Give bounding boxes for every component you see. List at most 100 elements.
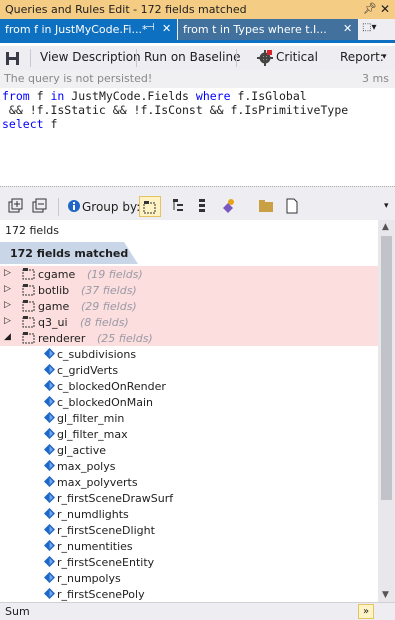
group-row[interactable]: ▷ botlib (37 fields) [0,282,378,298]
field-row[interactable]: c_subdivisions [0,346,378,362]
pane-splitter[interactable] [0,186,395,194]
expand-arrow-icon[interactable]: ▷ [4,284,11,294]
field-icon [44,556,55,567]
toolbar-separator [30,49,31,67]
group-row[interactable]: ▷ game (29 fields) [0,298,378,314]
field-row[interactable]: r_firstScenePoly [0,586,378,602]
info-icon[interactable] [66,198,82,214]
tab-label: from f in JustMyCode.Fi...* [5,23,148,36]
field-row[interactable]: r_numpolys [0,570,378,586]
scrollbar-thumb[interactable] [381,236,392,500]
field-row[interactable]: r_numdlights [0,506,378,522]
result-count: 172 fields [5,224,59,237]
result-count-row: 172 fields [0,220,378,240]
field-icon [44,572,55,583]
scroll-down-icon[interactable]: ▼ [382,590,389,600]
field-row[interactable]: gl_active [0,442,378,458]
field-row[interactable]: r_firstSceneDrawSurf [0,490,378,506]
group-by-namespace-button[interactable] [139,196,161,217]
critical-button[interactable]: Critical [276,50,318,64]
file-icon[interactable] [284,198,300,214]
query-duration: 3 ms [362,72,389,85]
report-dropdown[interactable]: Report: [340,50,384,64]
namespace-group-icon [143,201,156,214]
group-row[interactable]: ▷ cgame (19 fields) [0,266,378,282]
scroll-up-icon[interactable]: ▲ [382,222,389,232]
group-count: (8 fields) [80,316,129,329]
close-icon[interactable]: ✕ [380,2,390,16]
keyword: where [195,89,231,103]
field-name: r_numdlights [57,508,129,521]
folder-icon[interactable] [258,198,274,214]
field-row[interactable]: c_blockedOnRender [0,378,378,394]
field-icon [44,428,55,439]
expand-arrow-icon[interactable]: ▷ [4,316,11,326]
field-name: gl_filter_min [57,412,125,425]
save-icon[interactable] [5,51,21,66]
field-row[interactable]: c_blockedOnMain [0,394,378,410]
tab-close-icon[interactable]: ✕ [162,22,171,35]
field-row[interactable]: r_firstSceneDlight [0,522,378,538]
namespace-icon [22,300,35,312]
group-name: renderer [38,332,86,345]
field-icon [44,364,55,375]
field-icon [44,396,55,407]
tab-query-types[interactable]: from t in Types where t.I... ✕ [178,19,358,40]
results-options-chevron-icon[interactable]: ▾ [384,201,389,211]
tab-query-fields[interactable]: from f in JustMyCode.Fi...* ⊣ ✕ [0,19,177,40]
code-text: f [29,89,51,103]
tab-strip: from f in JustMyCode.Fi...* ⊣ ✕ from t i… [0,19,395,43]
field-icon [44,524,55,535]
code-line-1: from f in JustMyCode.Fields where f.IsGl… [2,89,307,103]
code-text: f [43,117,58,131]
group-by-custom-icon[interactable] [220,198,236,214]
field-icon [44,348,55,359]
report-dropdown-chevron-icon[interactable]: ▾ [382,52,387,62]
expand-arrow-icon[interactable]: ▷ [4,300,11,310]
footer-sum-label: Sum [5,605,30,618]
field-icon [44,588,55,599]
field-name: c_blockedOnRender [57,380,166,393]
results-header[interactable]: 172 fields matched [0,242,378,264]
tab-close-icon[interactable]: ✕ [343,22,352,35]
gear-critical-icon[interactable] [257,50,273,66]
field-row[interactable]: r_numentities [0,538,378,554]
window-title-bar: Queries and Rules Edit - 172 fields matc… [0,0,395,19]
field-row[interactable]: max_polyverts [0,474,378,490]
group-by-label: Group by: [82,200,141,214]
query-editor[interactable]: from f in JustMyCode.Fields where f.IsGl… [0,88,395,186]
expand-arrow-icon[interactable]: ▷ [4,268,11,278]
group-by-type-icon[interactable] [170,198,186,214]
group-count: (19 fields) [87,268,143,281]
field-name: r_firstSceneEntity [57,556,155,569]
field-row[interactable]: c_gridVerts [0,362,378,378]
new-tab-dropdown-icon[interactable]: ⬚▾ [362,22,376,33]
group-count: (25 fields) [97,332,153,345]
pin-icon[interactable]: 📌︎ [363,2,377,15]
expand-footer-icon[interactable]: » [358,604,374,619]
expand-all-icon[interactable] [8,198,24,214]
results-header-label: 172 fields matched [10,247,129,260]
collapse-arrow-icon[interactable]: ◢ [4,332,11,342]
field-row[interactable]: r_firstSceneEntity [0,554,378,570]
field-icon [44,412,55,423]
run-on-baseline-button[interactable]: Run on Baseline [144,50,240,64]
field-row[interactable]: gl_filter_max [0,426,378,442]
field-name: r_numpolys [57,572,121,585]
field-row[interactable]: max_polys [0,458,378,474]
keyword: from [2,89,30,103]
group-by-member-icon[interactable] [194,198,210,214]
tab-label: from t in Types where t.I... [183,23,327,36]
field-name: c_subdivisions [57,348,137,361]
vertical-scrollbar[interactable]: ▲ ▼ [378,220,395,602]
field-name: max_polys [57,460,116,473]
toolbar-separator [136,49,137,67]
field-row[interactable]: gl_filter_min [0,410,378,426]
toolbar-separator [236,49,237,67]
field-icon [44,444,55,455]
collapse-all-icon[interactable] [32,198,48,214]
group-row[interactable]: ▷ q3_ui (8 fields) [0,314,378,330]
view-description-button[interactable]: View Description [40,50,141,64]
group-row[interactable]: ◢ renderer (25 fields) [0,330,378,346]
tab-pin-icon[interactable]: ⊣ [146,22,155,33]
